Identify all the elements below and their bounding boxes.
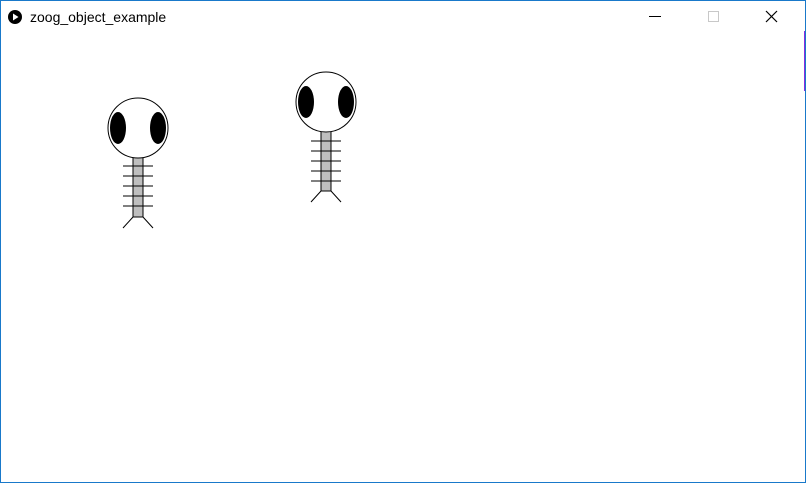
zoog-left-leg	[122, 216, 134, 229]
zoog-left-leg	[310, 190, 322, 203]
play-icon	[7, 9, 23, 25]
close-button[interactable]	[748, 1, 794, 32]
close-icon	[765, 10, 778, 23]
maximize-button[interactable]	[690, 1, 736, 32]
zoog-left-eye	[110, 112, 126, 144]
maximize-icon	[708, 11, 719, 22]
title-bar[interactable]: zoog_object_example	[1, 1, 805, 32]
zoog-right-eye	[338, 86, 354, 118]
zoog-right-leg	[142, 216, 154, 229]
minimize-button[interactable]	[632, 1, 678, 32]
window-title: zoog_object_example	[30, 9, 167, 25]
zoog-2	[295, 71, 357, 203]
zoog-left-eye	[298, 86, 314, 118]
zoog-right-eye	[150, 112, 166, 144]
sketch-canvas[interactable]	[1, 32, 805, 482]
minimize-icon	[649, 16, 661, 17]
zoog-right-leg	[330, 190, 342, 203]
zoog-1	[107, 97, 169, 229]
app-window: zoog_object_example	[0, 0, 806, 483]
